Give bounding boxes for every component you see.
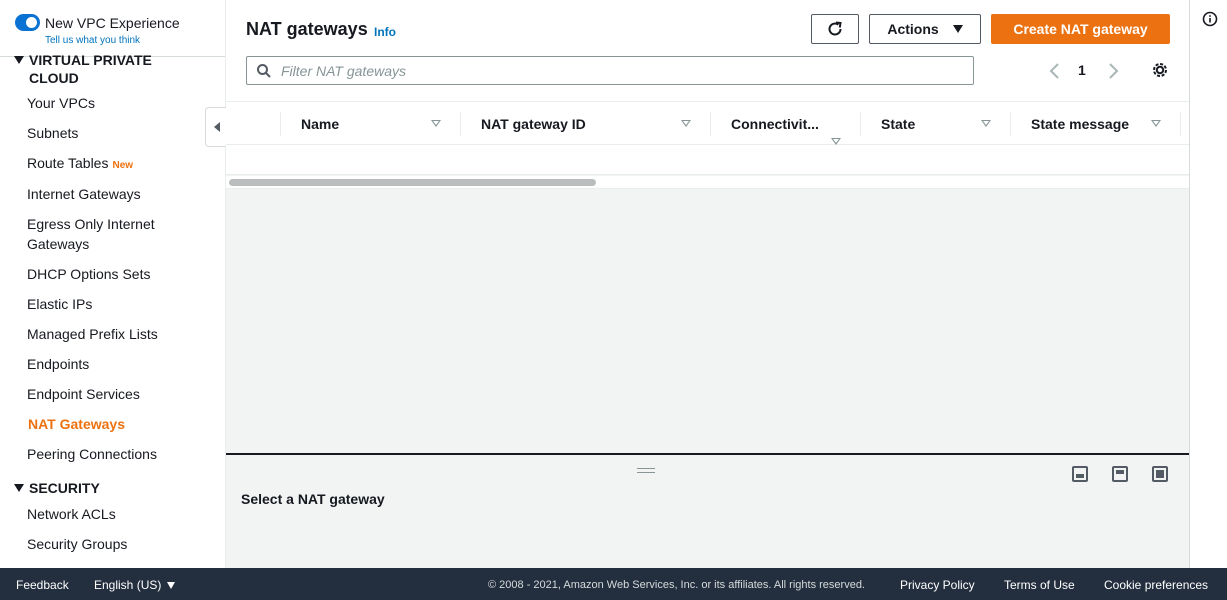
- column-header-connectivity[interactable]: Connectivit...: [731, 102, 819, 145]
- section-header-vpc[interactable]: VIRTUAL PRIVATE CLOUD: [14, 51, 179, 87]
- caret-down-icon: [167, 582, 176, 590]
- sidebar-item-internet-gateways[interactable]: Internet Gateways: [27, 184, 217, 204]
- section-header-security[interactable]: SECURITY: [14, 479, 100, 497]
- table-header-panel: NAT gateways Info Actions Create NAT gat…: [226, 0, 1189, 101]
- split-panel-title: Select a NAT gateway: [241, 491, 385, 507]
- column-separator: [860, 112, 861, 136]
- terms-of-use-link[interactable]: Terms of Use: [1004, 578, 1075, 592]
- footer-feedback-link[interactable]: Feedback: [16, 578, 69, 592]
- horizontal-scrollbar[interactable]: [226, 176, 1189, 189]
- sort-icon[interactable]: [981, 120, 991, 127]
- page-title: NAT gateways: [246, 19, 368, 39]
- feedback-link[interactable]: Tell us what you think: [45, 35, 140, 46]
- sidebar-item-security-groups[interactable]: Security Groups: [27, 534, 217, 554]
- search-icon: [257, 64, 271, 78]
- refresh-button[interactable]: [811, 14, 859, 44]
- refresh-icon: [828, 21, 842, 36]
- new-vpc-experience-label: New VPC Experience: [45, 14, 180, 31]
- split-bottom-icon[interactable]: [1072, 466, 1088, 482]
- column-separator: [1010, 112, 1011, 136]
- gear-icon[interactable]: [1151, 61, 1169, 79]
- sort-icon[interactable]: [431, 120, 441, 127]
- chevron-left-icon: [213, 122, 220, 132]
- sort-icon[interactable]: [681, 120, 691, 127]
- sidebar-item-route-tables-label: Route Tables: [27, 155, 109, 171]
- tools-rail: [1189, 0, 1227, 568]
- split-panel: Select a NAT gateway: [226, 455, 1189, 568]
- language-label: English (US): [94, 578, 162, 592]
- new-vpc-experience-toggle[interactable]: [15, 14, 40, 31]
- scrollbar-thumb[interactable]: [229, 179, 596, 186]
- sidebar-item-elastic-ips[interactable]: Elastic IPs: [27, 294, 217, 314]
- copyright-text: © 2008 - 2021, Amazon Web Services, Inc.…: [488, 579, 865, 591]
- caret-down-icon: [14, 56, 24, 64]
- next-page-icon[interactable]: [1106, 62, 1120, 80]
- sidebar: New VPC Experience Tell us what you thin…: [0, 0, 226, 568]
- new-vpc-experience-toggle-row: New VPC Experience: [15, 14, 180, 31]
- caret-down-icon: [14, 484, 24, 492]
- split-side-icon[interactable]: [1112, 466, 1128, 482]
- column-header-state-message[interactable]: State message: [1031, 102, 1129, 145]
- sidebar-item-endpoint-services[interactable]: Endpoint Services: [27, 384, 217, 404]
- sidebar-item-peering-connections[interactable]: Peering Connections: [27, 444, 217, 464]
- resize-handle[interactable]: [637, 468, 655, 473]
- table-header-row: Name NAT gateway ID Connectivit... State…: [226, 101, 1189, 145]
- split-full-icon[interactable]: [1152, 466, 1168, 482]
- sidebar-item-managed-prefix-lists[interactable]: Managed Prefix Lists: [27, 324, 217, 344]
- column-separator: [280, 112, 281, 136]
- column-separator: [1180, 112, 1181, 136]
- column-header-name[interactable]: Name: [301, 102, 339, 145]
- create-nat-gateway-button[interactable]: Create NAT gateway: [991, 14, 1170, 44]
- privacy-policy-link[interactable]: Privacy Policy: [900, 578, 975, 592]
- section-header-vpc-label: VIRTUAL PRIVATE CLOUD: [29, 52, 152, 86]
- sort-icon[interactable]: [831, 138, 841, 145]
- sidebar-item-dhcp-options-sets[interactable]: DHCP Options Sets: [27, 264, 217, 284]
- sidebar-item-subnets[interactable]: Subnets: [27, 123, 217, 143]
- caret-down-icon: [952, 25, 963, 33]
- info-icon[interactable]: [1202, 11, 1218, 27]
- section-header-security-label: SECURITY: [29, 480, 100, 496]
- sidebar-item-your-vpcs[interactable]: Your VPCs: [27, 93, 217, 113]
- sidebar-item-nat-gateways[interactable]: NAT Gateways: [28, 414, 218, 434]
- info-link[interactable]: Info: [374, 25, 396, 39]
- filter-input[interactable]: [281, 61, 961, 81]
- current-page-number[interactable]: 1: [1078, 62, 1086, 78]
- language-selector[interactable]: English (US): [94, 578, 176, 592]
- actions-button-label: Actions: [887, 21, 939, 37]
- collapse-sidebar-button[interactable]: [205, 107, 227, 147]
- filter-box: [246, 56, 974, 85]
- column-separator: [460, 112, 461, 136]
- console-window: New VPC Experience Tell us what you thin…: [0, 0, 1227, 600]
- column-header-nat-gateway-id[interactable]: NAT gateway ID: [481, 102, 586, 145]
- actions-button[interactable]: Actions: [869, 14, 981, 44]
- sidebar-item-egress-only-internet-gateways[interactable]: Egress Only Internet Gateways: [27, 214, 177, 254]
- main-content: NAT gateways Info Actions Create NAT gat…: [226, 0, 1189, 568]
- column-header-state[interactable]: State: [881, 102, 915, 145]
- sidebar-item-endpoints[interactable]: Endpoints: [27, 354, 217, 374]
- cookie-preferences-link[interactable]: Cookie preferences: [1104, 578, 1208, 592]
- previous-page-icon[interactable]: [1048, 62, 1062, 80]
- new-badge: New: [112, 160, 134, 171]
- footer: Feedback English (US) © 2008 - 2021, Ama…: [0, 568, 1227, 600]
- sort-icon[interactable]: [1151, 120, 1161, 127]
- column-separator: [710, 112, 711, 136]
- sidebar-item-route-tables[interactable]: Route Tables New: [27, 153, 217, 176]
- table-empty-row: [226, 145, 1189, 175]
- sidebar-item-network-acls[interactable]: Network ACLs: [27, 504, 217, 524]
